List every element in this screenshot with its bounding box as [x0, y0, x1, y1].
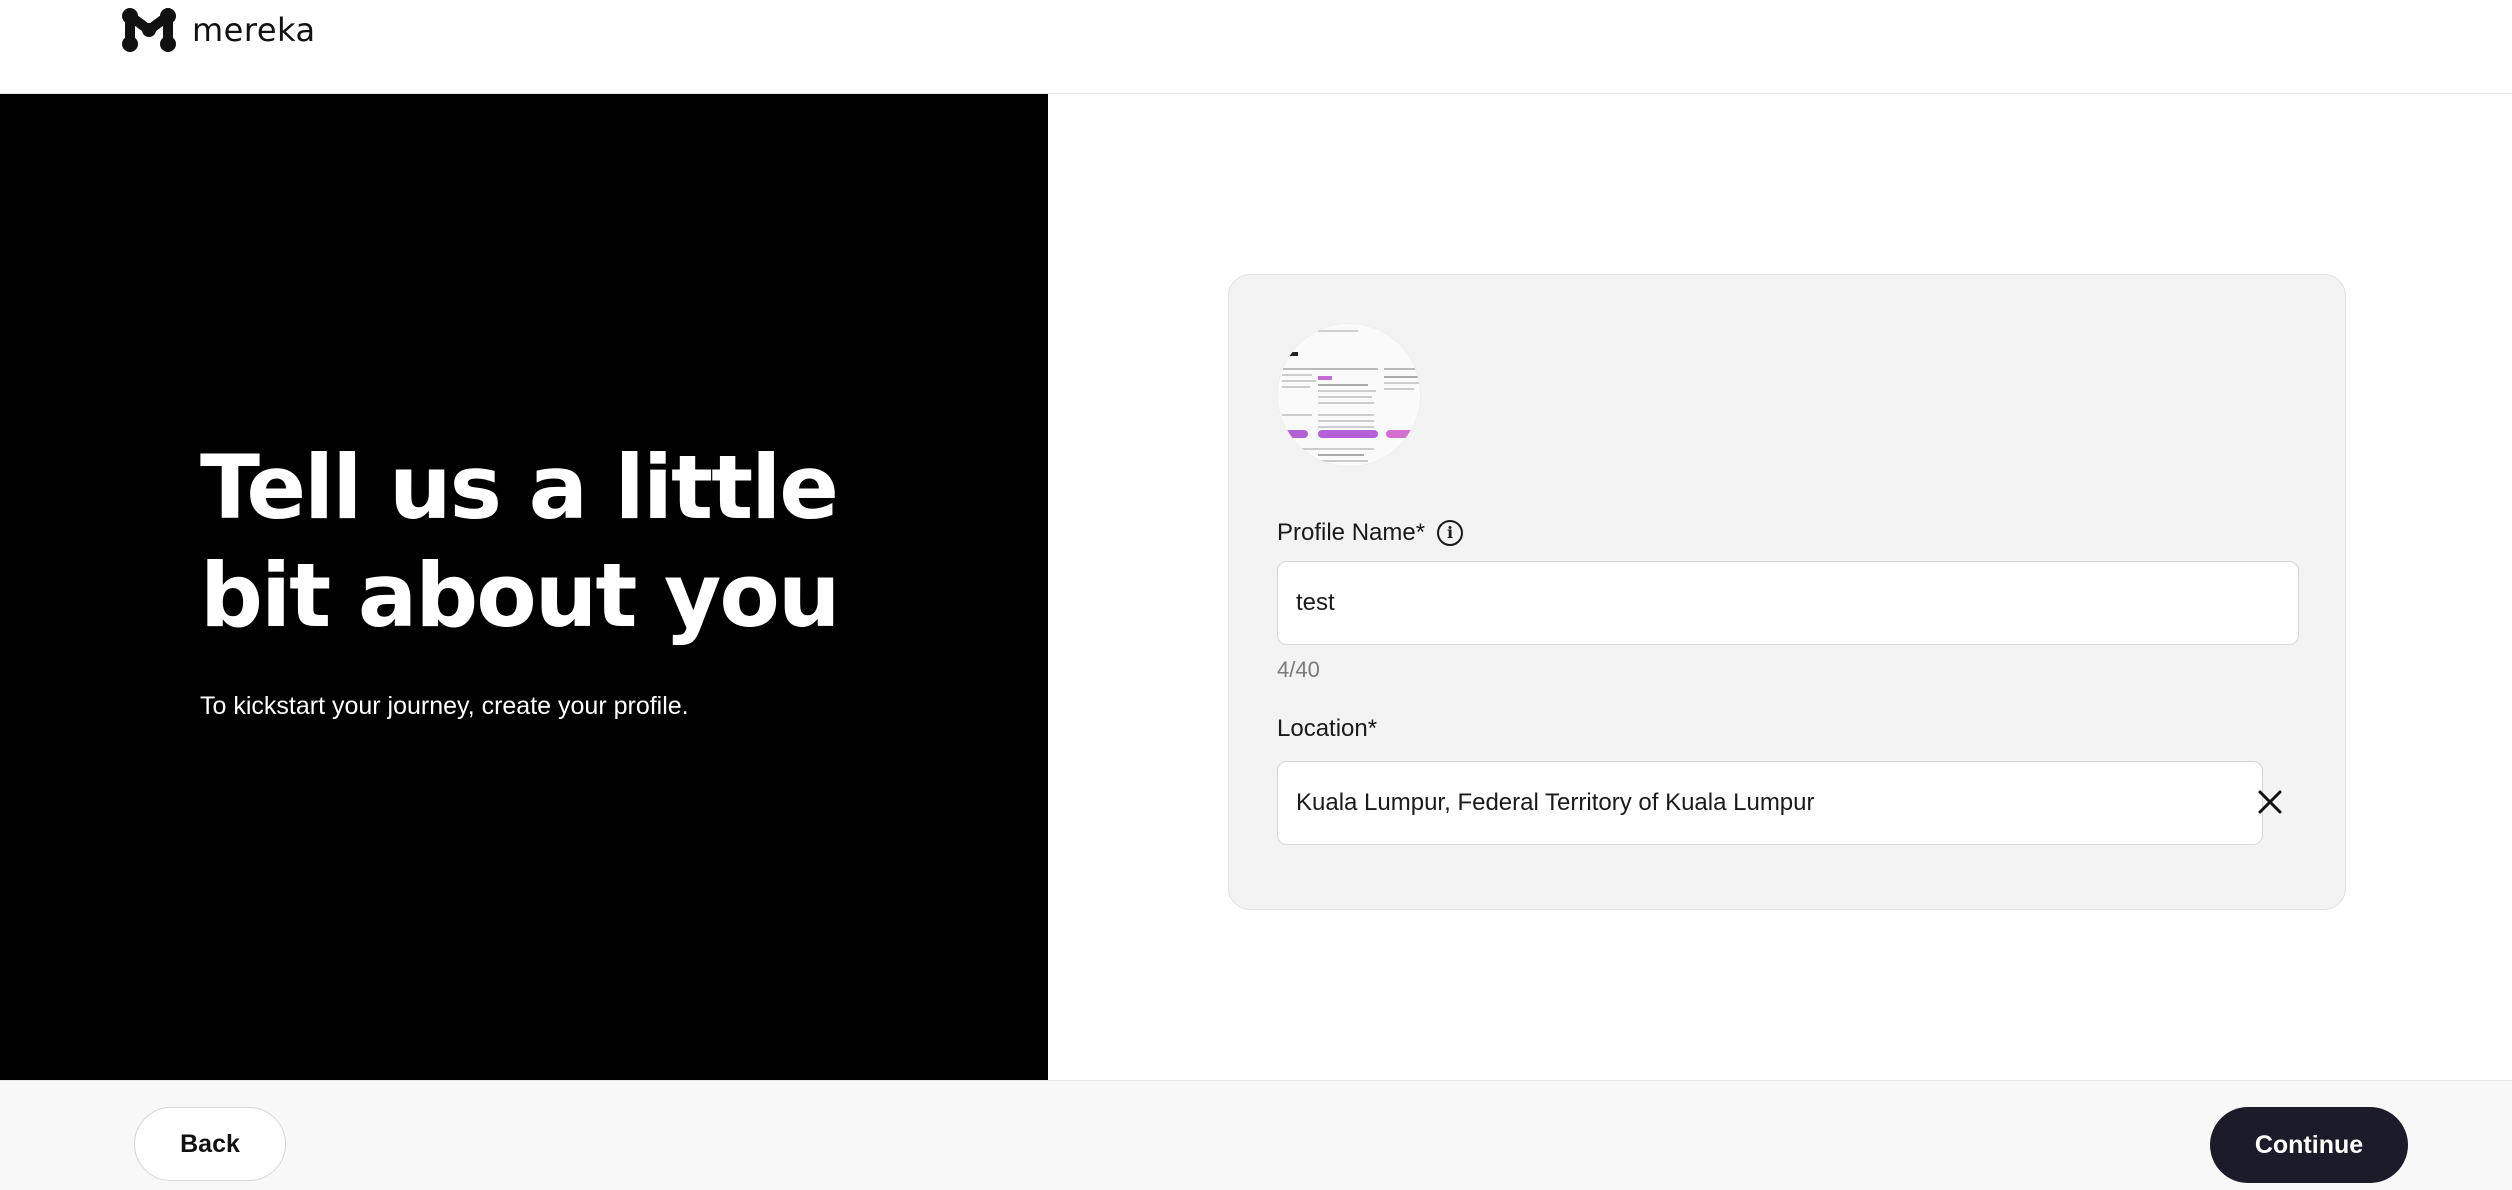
- profile-name-char-counter: 4/40: [1277, 657, 1320, 682]
- profile-name-value: test: [1296, 589, 1335, 616]
- page-title: Tell us a little bit about you: [200, 436, 841, 647]
- mereka-logo-icon: [122, 8, 176, 52]
- location-value: Kuala Lumpur, Federal Territory of Kuala…: [1296, 789, 1815, 816]
- location-clear-button[interactable]: [2253, 785, 2287, 819]
- profile-name-label: Profile Name* i: [1277, 519, 1464, 547]
- back-button[interactable]: Back: [134, 1107, 286, 1181]
- close-icon: [2258, 790, 2282, 814]
- intro-panel: Tell us a little bit about you To kickst…: [0, 94, 1048, 1080]
- info-icon[interactable]: i: [1437, 520, 1464, 546]
- page-subtitle: To kickstart your journey, create your p…: [200, 692, 689, 720]
- location-label: Location*: [1277, 715, 1377, 743]
- profile-name-input[interactable]: test: [1277, 561, 2299, 645]
- brand-logo[interactable]: mereka: [120, 6, 316, 54]
- location-label-text: Location*: [1277, 715, 1378, 742]
- profile-name-label-text: Profile Name*: [1277, 519, 1426, 546]
- avatar-preview-image: [1278, 324, 1420, 466]
- profile-form-card: Profile Name* i test 4/40 Location* Kual…: [1228, 274, 2346, 910]
- top-bar: mereka: [0, 0, 2512, 94]
- brand-name: mereka: [192, 11, 316, 49]
- profile-avatar[interactable]: [1277, 323, 1421, 467]
- location-input[interactable]: Kuala Lumpur, Federal Territory of Kuala…: [1277, 761, 2263, 845]
- continue-button[interactable]: Continue: [2210, 1107, 2408, 1183]
- footer-bar: Back Continue: [0, 1080, 2512, 1190]
